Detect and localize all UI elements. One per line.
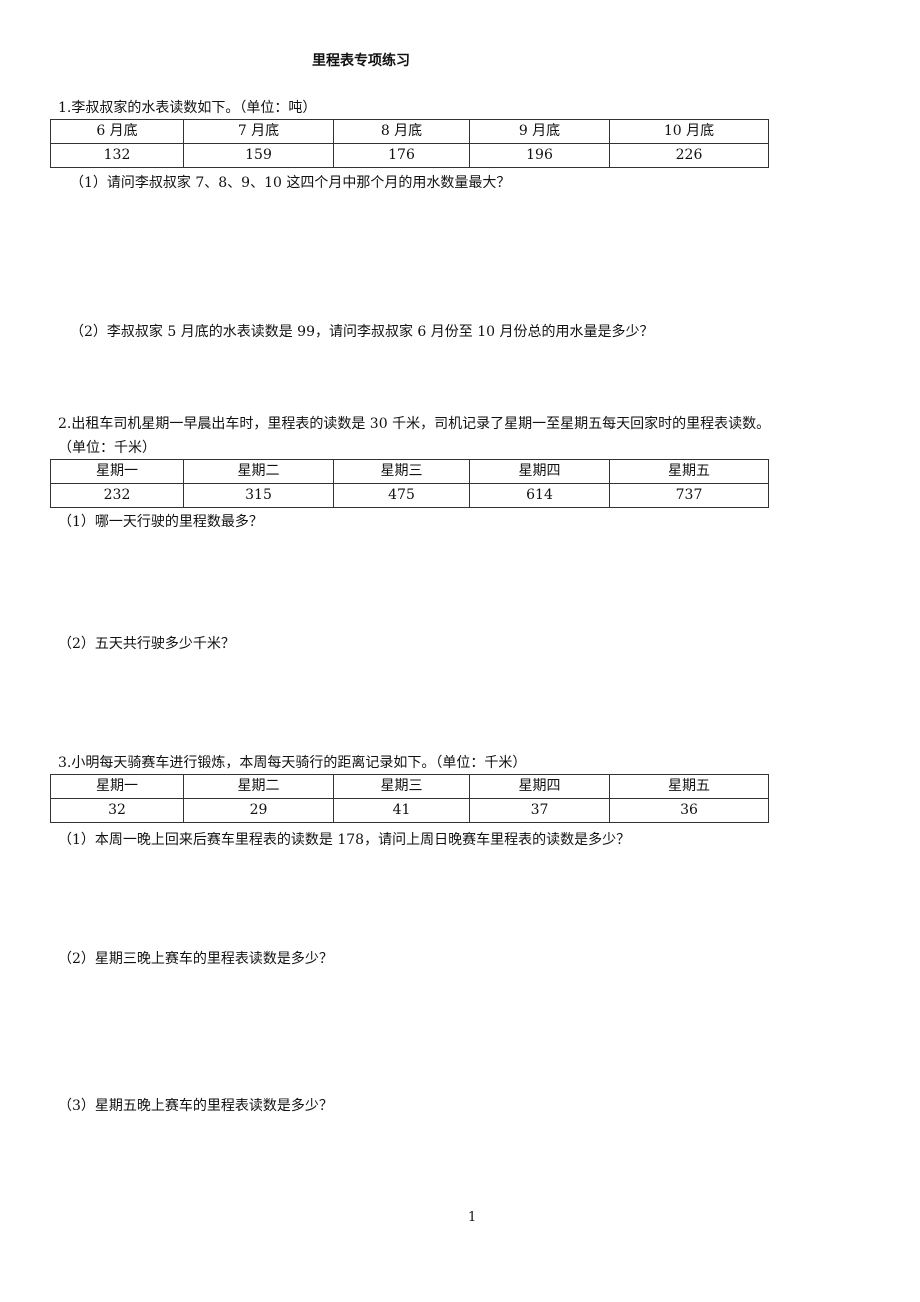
taxi-odometer-table: 星期一 星期二 星期三 星期四 星期五 232 315 475 614 737 [50,459,769,508]
header-cell: 星期二 [183,774,334,799]
value-cell: 176 [333,143,470,168]
page-title: 里程表专项练习 [312,53,410,69]
value-cell: 475 [333,483,470,508]
header-cell: 6 月底 [50,119,184,144]
question-2-2: （2）五天共行驶多少千米？ [58,636,235,652]
table-value-row: 132 159 176 196 226 [50,143,769,168]
header-cell: 星期五 [609,459,769,484]
value-cell: 737 [609,483,769,508]
value-cell: 29 [183,798,334,823]
table-header-row: 星期一 星期二 星期三 星期四 星期五 [50,459,769,484]
water-meter-table: 6 月底 7 月底 8 月底 9 月底 10 月底 132 159 176 19… [50,119,769,168]
header-cell: 星期三 [333,459,470,484]
header-cell: 星期二 [183,459,334,484]
header-cell: 9 月底 [469,119,610,144]
value-cell: 196 [469,143,610,168]
header-cell: 星期四 [469,774,610,799]
table-header-row: 星期一 星期二 星期三 星期四 星期五 [50,774,769,799]
header-cell: 星期一 [50,774,184,799]
value-cell: 232 [50,483,184,508]
question-3-1: （1）本周一晚上回来后赛车里程表的读数是 178，请问上周日晚赛车里程表的读数是… [58,832,631,848]
header-cell: 星期一 [50,459,184,484]
header-cell: 星期四 [469,459,610,484]
header-cell: 7 月底 [183,119,334,144]
value-cell: 41 [333,798,470,823]
table-header-row: 6 月底 7 月底 8 月底 9 月底 10 月底 [50,119,769,144]
section-2-prompt: 2.出租车司机星期一早晨出车时，里程表的读数是 30 千米，司机记录了星期一至星… [58,416,771,432]
section-3-prompt: 3.小明每天骑赛车进行锻炼，本周每天骑行的距离记录如下。（单位：千米） [58,755,527,771]
header-cell: 星期三 [333,774,470,799]
value-cell: 315 [183,483,334,508]
value-cell: 226 [609,143,769,168]
question-3-3: （3）星期五晚上赛车的里程表读数是多少？ [58,1098,333,1114]
value-cell: 159 [183,143,334,168]
value-cell: 37 [469,798,610,823]
question-2-1: （1）哪一天行驶的里程数最多？ [58,514,263,530]
value-cell: 132 [50,143,184,168]
table-value-row: 32 29 41 37 36 [50,798,769,823]
header-cell: 10 月底 [609,119,769,144]
section-1-prompt: 1.李叔叔家的水表读数如下。（单位：吨） [58,100,317,116]
value-cell: 32 [50,798,184,823]
section-2-unit: （单位：千米） [58,440,156,456]
header-cell: 8 月底 [333,119,470,144]
question-1-2: （2）李叔叔家 5 月底的水表读数是 99，请问李叔叔家 6 月份至 10 月份… [70,324,654,340]
table-value-row: 232 315 475 614 737 [50,483,769,508]
question-3-2: （2）星期三晚上赛车的里程表读数是多少？ [58,951,333,967]
value-cell: 36 [609,798,769,823]
header-cell: 星期五 [609,774,769,799]
page-number: 1 [468,1210,477,1225]
question-1-1: （1）请问李叔叔家 7、8、9、10 这四个月中那个月的用水数量最大？ [70,175,511,191]
value-cell: 614 [469,483,610,508]
bike-distance-table: 星期一 星期二 星期三 星期四 星期五 32 29 41 37 36 [50,774,769,823]
